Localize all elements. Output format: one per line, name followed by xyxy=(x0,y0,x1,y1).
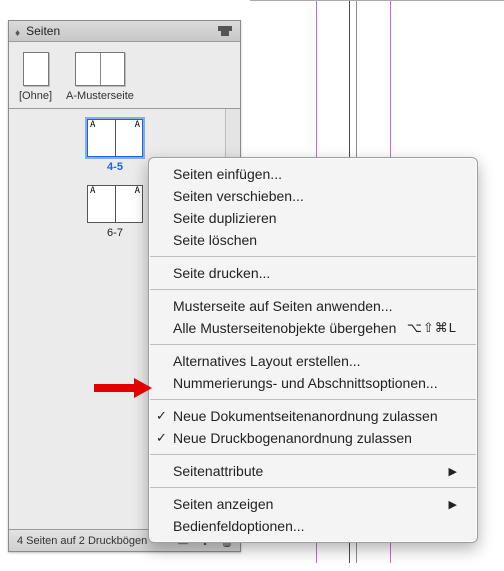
spread-4-5-label: 4-5 xyxy=(87,161,143,173)
menu-page-attributes[interactable]: Seitenattribute▶ xyxy=(149,460,477,482)
menu-delete-page[interactable]: Seite löschen xyxy=(149,229,477,251)
spread-4-5[interactable]: A A xyxy=(87,119,143,157)
spread-4-5-master-left: A xyxy=(89,120,96,130)
spread-6-7-label: 6-7 xyxy=(87,227,143,239)
submenu-arrow-icon: ▶ xyxy=(449,465,457,478)
menu-print-page[interactable]: Seite drucken... xyxy=(149,262,477,284)
master-none-thumb xyxy=(23,52,49,86)
master-section: [Ohne] A-Musterseite xyxy=(9,42,240,109)
menu-insert-pages[interactable]: Seiten einfügen... xyxy=(149,163,477,185)
menu-sep xyxy=(150,454,476,455)
submenu-arrow-icon: ▶ xyxy=(449,498,457,511)
panel-title: Seiten xyxy=(26,24,164,38)
menu-sep xyxy=(150,289,476,290)
menu-sep xyxy=(150,399,476,400)
menu-duplicate-page[interactable]: Seite duplizieren xyxy=(149,207,477,229)
menu-move-pages[interactable]: Seiten verschieben... xyxy=(149,185,477,207)
spread-6-7[interactable]: A A xyxy=(87,185,143,223)
master-none[interactable]: [Ohne] xyxy=(19,52,52,102)
master-a[interactable]: A-Musterseite xyxy=(66,52,134,102)
spread-4-5-master-right: A xyxy=(134,120,141,130)
spread-6-7-master-left: A xyxy=(89,186,96,196)
menu-alt-layout[interactable]: Alternatives Layout erstellen... xyxy=(149,350,477,372)
spread-6-7-master-right: A xyxy=(134,186,141,196)
menu-sep xyxy=(150,344,476,345)
menu-panel-options[interactable]: Bedienfeldoptionen... xyxy=(149,515,477,537)
master-a-thumb xyxy=(75,52,125,86)
menu-numbering-options[interactable]: Nummerierungs- und Abschnittsoptionen... xyxy=(149,372,477,394)
master-none-label: [Ohne] xyxy=(19,90,52,102)
menu-allow-spread-shuffle[interactable]: Neue Druckbogenanordnung zulassen xyxy=(149,427,477,449)
panel-menu-icon[interactable] xyxy=(216,24,234,38)
panel-titlebar[interactable]: Seiten xyxy=(9,21,240,42)
menu-apply-master[interactable]: Musterseite auf Seiten anwenden... xyxy=(149,295,477,317)
context-menu: Seiten einfügen... Seiten verschieben...… xyxy=(148,157,478,543)
master-a-label: A-Musterseite xyxy=(66,90,134,102)
shortcut-text: ⌥⇧⌘L xyxy=(407,320,457,336)
collapse-icon[interactable] xyxy=(15,24,20,39)
menu-view-pages[interactable]: Seiten anzeigen▶ xyxy=(149,493,477,515)
menu-sep xyxy=(150,487,476,488)
menu-sep xyxy=(150,256,476,257)
menu-allow-doc-shuffle[interactable]: Neue Dokumentseitenanordnung zulassen xyxy=(149,405,477,427)
menu-override-masters[interactable]: Alle Musterseitenobjekte übergehen⌥⇧⌘L xyxy=(149,317,477,339)
